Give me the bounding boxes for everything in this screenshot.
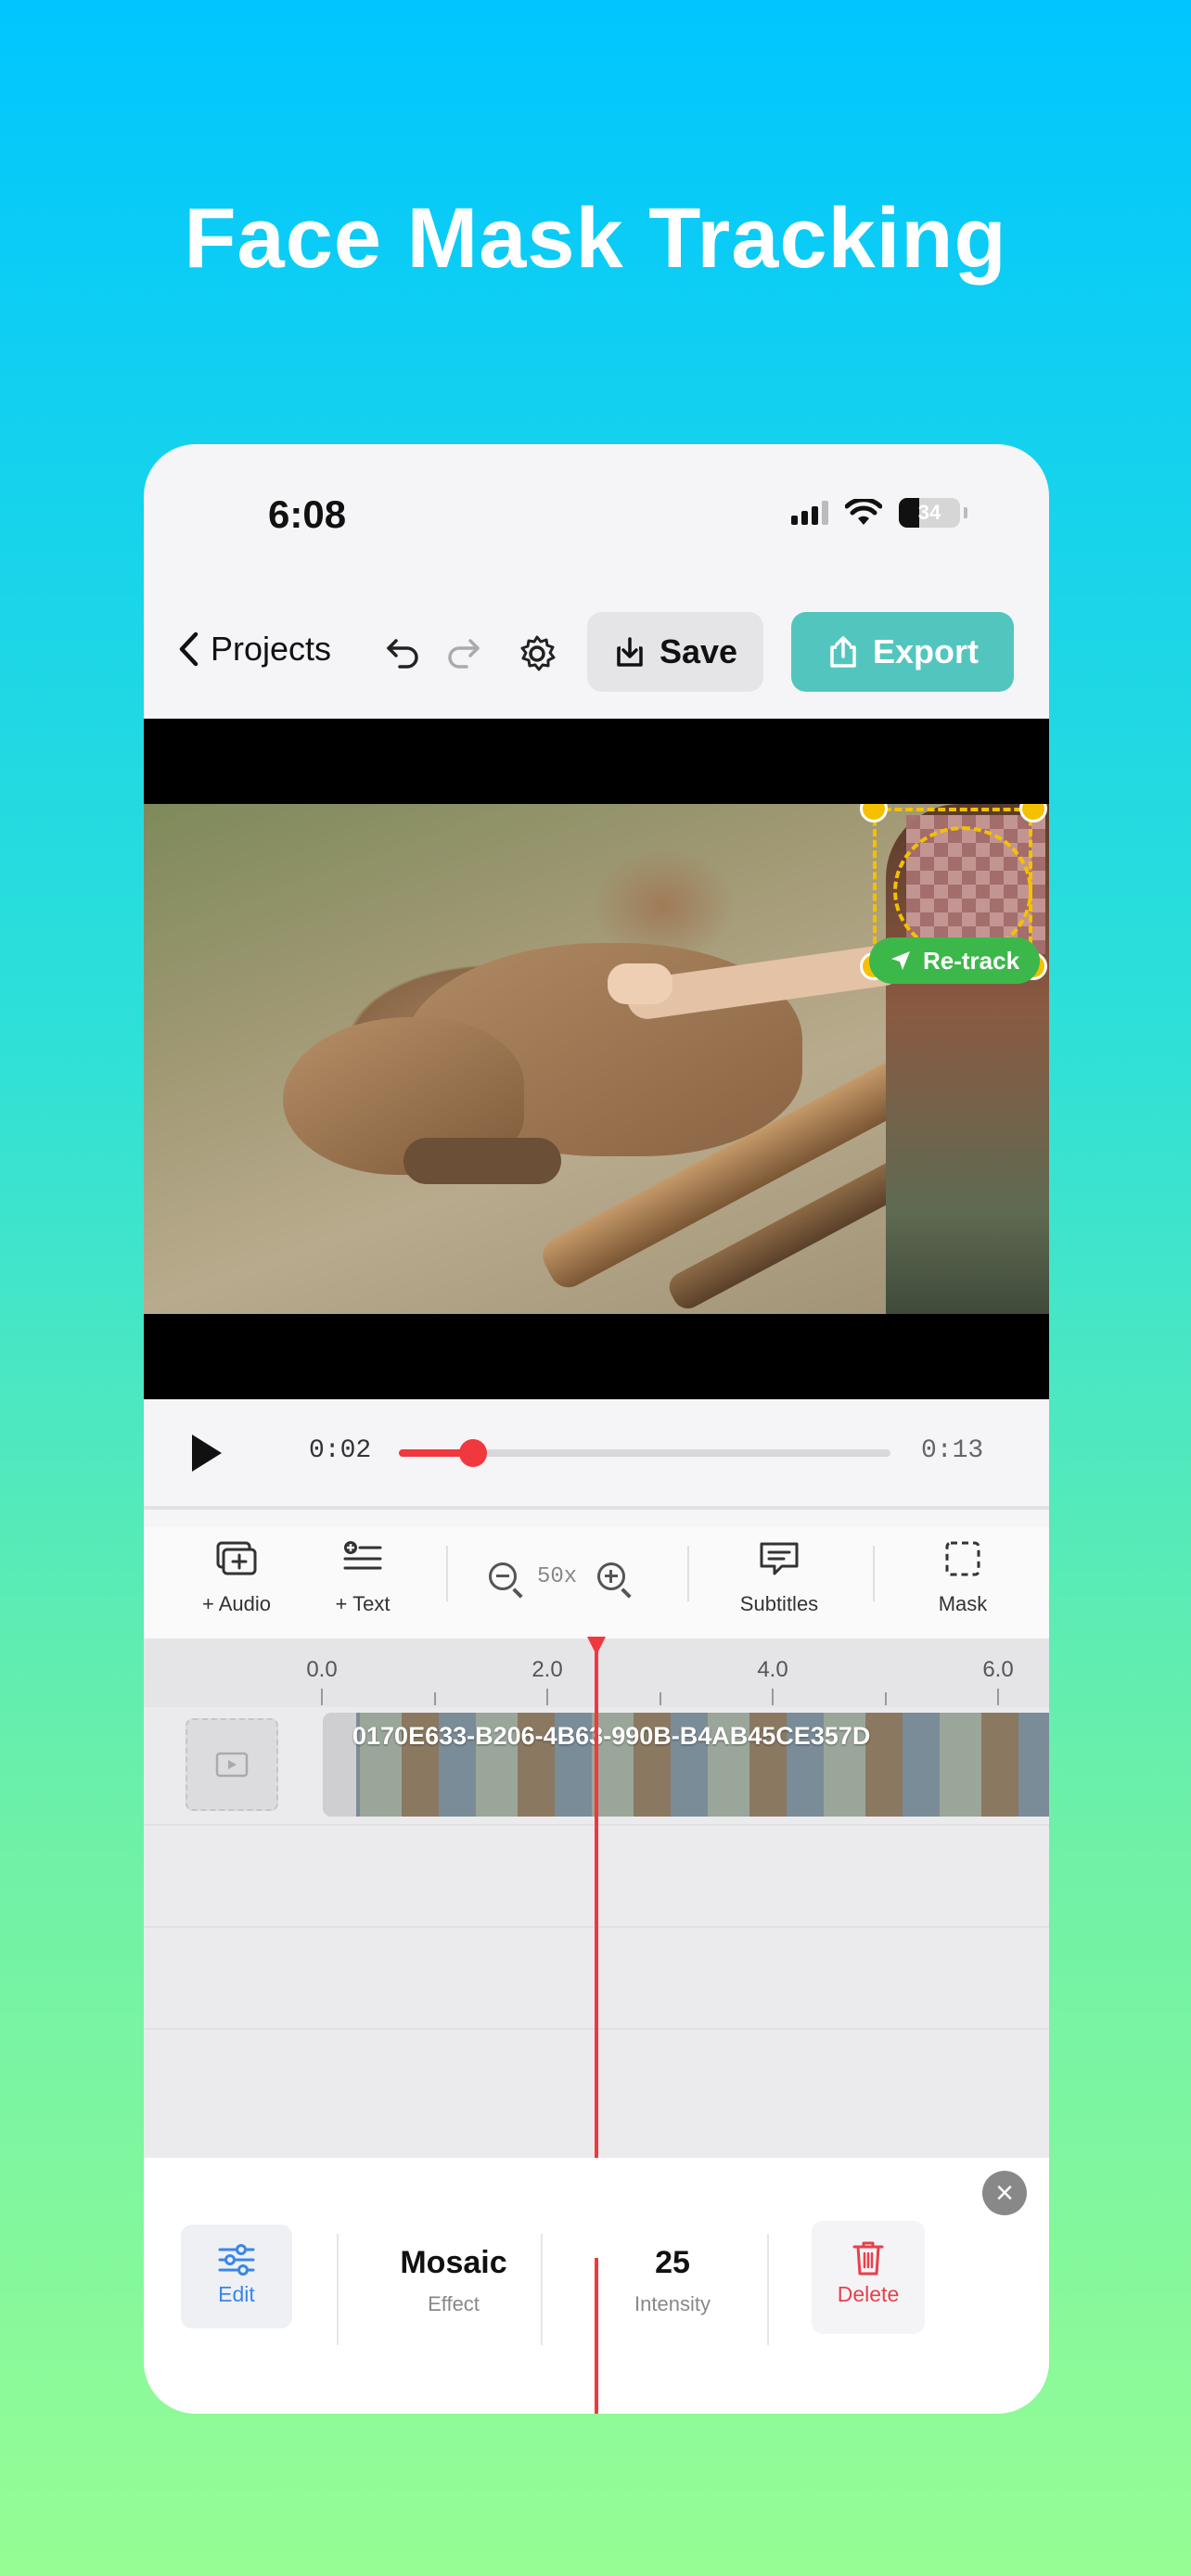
- mask-properties-panel: × Edit Mosaic Effect 25 Intensity Delete: [144, 2158, 1049, 2414]
- save-button[interactable]: Save: [587, 612, 763, 692]
- play-icon[interactable]: [192, 1435, 222, 1472]
- clip-trim-handle[interactable]: [323, 1713, 356, 1817]
- download-icon: [617, 637, 643, 667]
- intensity-value: 25: [655, 2245, 690, 2280]
- speech-bubble-icon: [760, 1542, 799, 1575]
- current-time: 0:02: [309, 1436, 372, 1465]
- share-icon: [830, 636, 856, 668]
- redo-icon[interactable]: [442, 633, 483, 674]
- progress-slider[interactable]: [399, 1439, 890, 1467]
- retrack-button[interactable]: Re-track: [869, 937, 1041, 984]
- add-text-button[interactable]: + Text: [316, 1540, 409, 1616]
- delete-label: Delete: [837, 2282, 900, 2306]
- edit-label: Edit: [218, 2282, 255, 2306]
- tick-label: 4.0: [757, 1657, 788, 1682]
- video-preview[interactable]: Re-track: [144, 719, 1049, 1399]
- chevron-left-icon: [179, 631, 198, 667]
- add-audio-label: + Audio: [201, 1592, 271, 1615]
- video-clip[interactable]: 0170E633-B206-4B63-990B-B4AB45CE357D: [323, 1713, 1049, 1817]
- tick-label: 2.0: [531, 1657, 563, 1682]
- back-to-projects-button[interactable]: Projects: [177, 630, 331, 669]
- tick: [434, 1692, 436, 1705]
- video-placeholder-icon: [215, 1752, 249, 1778]
- zoom-control: 50x: [489, 1562, 626, 1590]
- trash-icon: [852, 2241, 884, 2276]
- tracking-oval: [893, 826, 1032, 956]
- progress-knob[interactable]: [458, 1439, 487, 1467]
- export-label: Export: [872, 632, 979, 670]
- tick: [546, 1689, 548, 1705]
- edit-button[interactable]: Edit: [181, 2225, 292, 2328]
- location-arrow-icon: [891, 951, 910, 970]
- intensity-selector[interactable]: 25 Intensity: [580, 2245, 765, 2316]
- settings-gear-icon[interactable]: [517, 633, 557, 674]
- playhead-marker[interactable]: [587, 1637, 606, 1655]
- save-label: Save: [659, 632, 738, 670]
- mask-selection-icon: [945, 1541, 980, 1576]
- export-button[interactable]: Export: [791, 612, 1014, 692]
- divider: [144, 1506, 1049, 1510]
- undo-icon[interactable]: [383, 633, 424, 674]
- clip-name: 0170E633-B206-4B63-990B-B4AB45CE357D: [352, 1722, 871, 1750]
- mask-label: Mask: [938, 1592, 988, 1615]
- close-icon[interactable]: ×: [982, 2171, 1027, 2215]
- playhead-line-extension: [595, 2258, 598, 2414]
- status-icons: 34: [791, 498, 967, 528]
- wifi-icon: [845, 499, 882, 525]
- battery-icon: 34: [899, 498, 960, 528]
- tick: [772, 1689, 774, 1705]
- tick: [885, 1692, 887, 1705]
- tick-label: 0.0: [306, 1657, 338, 1682]
- back-label: Projects: [211, 630, 332, 668]
- separator: [767, 2234, 769, 2345]
- capybara-leg: [403, 1138, 561, 1184]
- tick: [997, 1689, 999, 1705]
- phone-screen: 6:08 34 Projects Save Export Re-track 0:…: [144, 444, 1049, 2414]
- separator: [541, 2234, 543, 2345]
- zoom-in-icon[interactable]: [597, 1562, 626, 1590]
- subtitles-label: Subtitles: [739, 1592, 819, 1615]
- separator: [337, 2234, 339, 2345]
- tick: [321, 1689, 323, 1705]
- status-time: 6:08: [268, 492, 347, 536]
- delete-button[interactable]: Delete: [812, 2221, 925, 2334]
- battery-tip: [964, 507, 967, 518]
- subtitles-button[interactable]: Subtitles: [728, 1540, 830, 1616]
- separator: [687, 1546, 689, 1601]
- separator: [446, 1546, 448, 1601]
- separator: [873, 1546, 875, 1601]
- effect-value: Mosaic: [400, 2245, 507, 2280]
- page-headline: Face Mask Tracking: [184, 191, 1007, 286]
- battery-level: 34: [917, 501, 941, 524]
- add-audio-button[interactable]: + Audio: [183, 1540, 290, 1616]
- zoom-level: 50x: [537, 1563, 578, 1589]
- add-clip-button[interactable]: [186, 1718, 278, 1811]
- sliders-icon: [218, 2244, 255, 2276]
- video-frame: Re-track: [144, 804, 1049, 1314]
- add-media-icon: [216, 1541, 257, 1575]
- add-text-icon: [343, 1541, 382, 1570]
- intensity-label: Intensity: [634, 2292, 711, 2315]
- retrack-label: Re-track: [923, 946, 1020, 975]
- effect-selector[interactable]: Mosaic Effect: [366, 2245, 541, 2316]
- cellular-signal-icon: [791, 501, 828, 525]
- total-time: 0:13: [921, 1436, 984, 1465]
- person-hand: [608, 963, 672, 1004]
- tools-row: + Audio + Text 50x Subtitles Mask: [144, 1527, 1049, 1639]
- zoom-out-icon[interactable]: [489, 1562, 517, 1590]
- effect-label: Effect: [428, 2292, 480, 2315]
- tick: [660, 1692, 661, 1705]
- tick-label: 6.0: [982, 1657, 1014, 1682]
- playhead-line[interactable]: [595, 1637, 598, 2158]
- mask-button[interactable]: Mask: [921, 1540, 1005, 1616]
- add-text-label: + Text: [335, 1592, 391, 1615]
- top-toolbar: Projects Save Export: [144, 611, 1049, 695]
- playback-bar: 0:02 0:13: [144, 1399, 1049, 1501]
